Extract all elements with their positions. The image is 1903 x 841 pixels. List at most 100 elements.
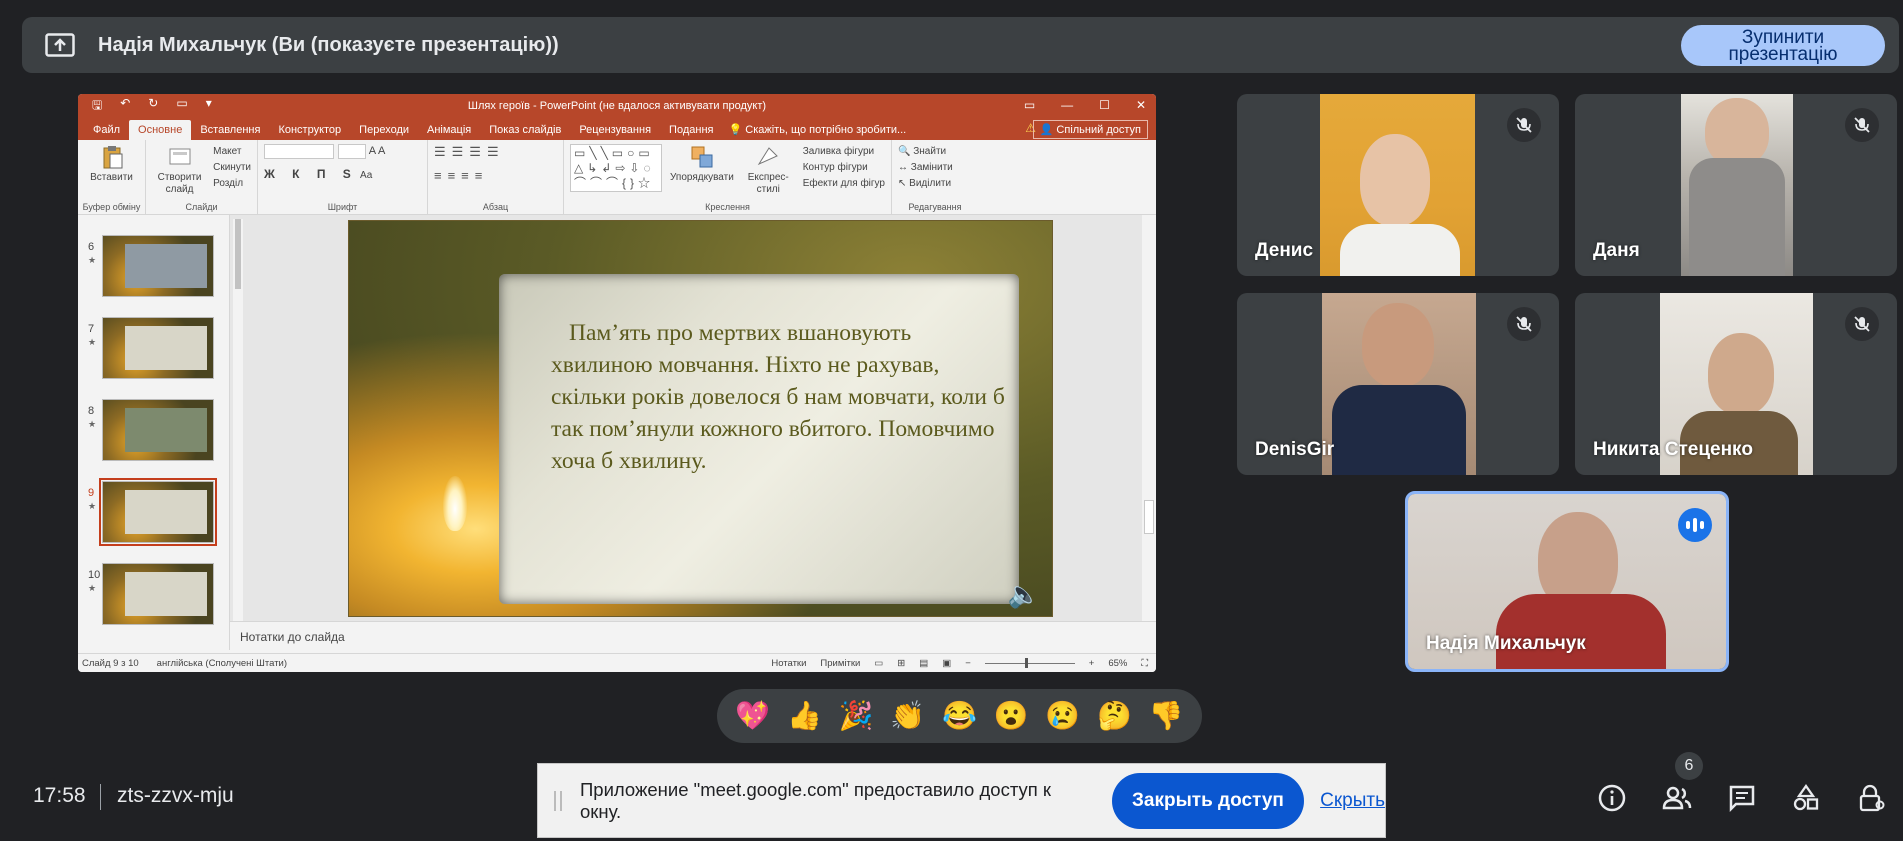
shape-outline-button[interactable]: Контур фігури (803, 160, 885, 176)
notes-toggle[interactable]: Нотатки (771, 658, 806, 669)
reaction-thinking[interactable]: 🤔 (1094, 696, 1134, 736)
align-buttons-icon[interactable]: ≡≡≡≡ (434, 168, 557, 183)
reaction-surprised[interactable]: 😮 (991, 696, 1031, 736)
slide-thumbnail-image (102, 317, 214, 379)
minimize-icon[interactable]: — (1061, 98, 1073, 112)
presenting-banner: Надія Михальчук (Ви (показуєте презентац… (22, 17, 1899, 73)
replace-button[interactable]: ↔ Замінити (898, 160, 972, 176)
participant-tile[interactable]: Денис (1237, 94, 1559, 276)
menu-file[interactable]: Файл (84, 124, 129, 140)
slide-thumbnail-selected[interactable]: 9 ★ (78, 477, 229, 547)
zoom-level[interactable]: 65% (1108, 658, 1127, 669)
slide-scroll-thumb[interactable] (1144, 500, 1154, 534)
hide-link[interactable]: Скрыть (1320, 790, 1385, 812)
host-controls-icon[interactable] (1851, 778, 1891, 818)
chat-icon[interactable] (1722, 778, 1762, 818)
stop-presenting-button[interactable]: Зупинити презентацію (1681, 25, 1885, 66)
change-case-button[interactable]: Aa (360, 170, 372, 181)
slide-counter: Слайд 9 з 10 (82, 657, 139, 669)
notes-pane[interactable]: Нотатки до слайда (230, 621, 1156, 653)
slideshow-view-icon[interactable]: ▣ (942, 658, 951, 669)
info-icon[interactable] (1592, 778, 1632, 818)
slide-thumbnail[interactable]: 7 ★ (78, 313, 229, 383)
reaction-sparkling-heart[interactable]: 💖 (733, 696, 773, 736)
font-name-box[interactable] (264, 144, 334, 159)
zoom-in-icon[interactable]: + (1089, 658, 1095, 669)
participant-name: Денис (1255, 240, 1314, 261)
participant-tile[interactable]: DenisGir (1237, 293, 1559, 475)
find-button[interactable]: 🔍 Знайти (898, 144, 972, 160)
powerpoint-window: 🖫 ↶ ↻ ▭ ▾ Шлях героїв - PowerPoint (не в… (78, 94, 1156, 672)
select-button[interactable]: ↖ Виділити (898, 176, 972, 192)
maximize-icon[interactable]: ☐ (1099, 98, 1110, 112)
menu-view[interactable]: Подання (660, 124, 722, 140)
menu-design[interactable]: Конструктор (269, 124, 350, 140)
close-icon[interactable]: ✕ (1136, 98, 1146, 112)
slide-thumbnail[interactable]: 10 ★ (78, 559, 229, 629)
comments-toggle[interactable]: Примітки (820, 658, 860, 669)
menu-slideshow[interactable]: Показ слайдів (480, 124, 570, 140)
menu-review[interactable]: Рецензування (570, 124, 660, 140)
reaction-joy[interactable]: 😂 (939, 696, 979, 736)
reaction-thumbs-down[interactable]: 👎 (1146, 696, 1186, 736)
section-button[interactable]: Розділ (213, 176, 251, 192)
reaction-party-popper[interactable]: 🎉 (836, 696, 876, 736)
speaking-indicator-icon (1678, 508, 1712, 542)
zoom-slider[interactable] (984, 657, 1075, 668)
reaction-crying[interactable]: 😢 (1043, 696, 1083, 736)
participant-name: Надія Михальчук (1426, 633, 1586, 654)
stop-sharing-button[interactable]: Закрыть доступ (1111, 772, 1305, 829)
arrange-label: Упорядкувати (670, 172, 734, 183)
ppt-titlebar: 🖫 ↶ ↻ ▭ ▾ Шлях героїв - PowerPoint (не в… (78, 94, 1156, 118)
editing-label: Редагування (908, 202, 962, 212)
format-buttons[interactable]: Ж К П S (264, 167, 358, 181)
font-size-box[interactable] (338, 144, 366, 159)
zoom-out-icon[interactable]: − (965, 658, 971, 669)
slide-sorter-icon[interactable]: ⊞ (897, 658, 905, 669)
participant-tile[interactable]: Никита Стеценко (1575, 293, 1897, 475)
activities-icon[interactable] (1786, 778, 1826, 818)
reactions-bar: 💖 👍 🎉 👏 😂 😮 😢 🤔 👎 (717, 689, 1202, 743)
ppt-window-title: Шлях героїв - PowerPoint (не вдалося акт… (467, 100, 767, 112)
shapes-gallery[interactable]: ▭╲╲▭○▭ △↳↲⇨⇩◌ ⌒⌒⌒{}☆ (570, 144, 662, 192)
font-label: Шрифт (327, 202, 358, 212)
shape-effects-button[interactable]: Ефекти для фігур (803, 176, 885, 192)
participant-tile-self[interactable]: Надія Михальчук (1405, 491, 1729, 672)
menu-home[interactable]: Основне (129, 120, 192, 140)
meeting-code: zts-zzvx-mju (117, 784, 234, 807)
fit-slide-icon[interactable]: ⛶ (1141, 658, 1148, 669)
slide-text[interactable]: Пам’ять про мертвих вшановують хвилиною … (551, 317, 1011, 477)
slide-thumbnail[interactable]: 8 ★ (78, 395, 229, 465)
shape-fill-button[interactable]: Заливка фігури (803, 144, 885, 160)
slide-canvas[interactable]: Пам’ять про мертвих вшановують хвилиною … (348, 220, 1053, 617)
menu-animations[interactable]: Анімація (418, 124, 480, 140)
people-icon[interactable] (1657, 778, 1697, 818)
thumbnail-scrollbar[interactable] (233, 219, 243, 647)
reaction-clapping[interactable]: 👏 (888, 696, 928, 736)
reading-view-icon[interactable]: ▤ (919, 658, 928, 669)
reaction-thumbs-up[interactable]: 👍 (784, 696, 824, 736)
menu-insert[interactable]: Вставлення (191, 124, 269, 140)
grow-font-icon[interactable]: A A (369, 145, 386, 157)
audio-speaker-icon[interactable]: 🔈 (1008, 579, 1040, 610)
people-count-badge: 6 (1675, 752, 1703, 780)
participant-tile[interactable]: Даня (1575, 94, 1897, 276)
list-buttons-icon[interactable]: ☰☰☰☰ (434, 144, 557, 160)
menu-transitions[interactable]: Переходи (350, 124, 418, 140)
tell-me-search[interactable]: 💡 Скажіть, що потрібно зробити... (728, 123, 906, 140)
normal-view-icon[interactable]: ▭ (874, 658, 883, 669)
ppt-menubar: Файл Основне Вставлення Конструктор Пере… (78, 118, 1156, 140)
slide-scrollbar[interactable] (1142, 215, 1156, 621)
ribbon-options-icon[interactable]: ▭ (1024, 98, 1035, 112)
paste-icon (103, 146, 122, 169)
slide-thumbnail[interactable]: 6 ★ (78, 231, 229, 301)
language-status[interactable]: англійська (Сполучені Штати) (157, 658, 287, 669)
editing-area: 6 ★ 7 ★ 8 ★ 9 ★ 10 ★ Пам’ять про мертвих… (78, 215, 1156, 650)
font-group: A A Ж К П S Aa Шрифт (258, 140, 428, 214)
thumbnail-scroll-thumb[interactable] (235, 219, 241, 289)
drag-handle[interactable] (554, 790, 562, 811)
paste-button[interactable]: Вставити (84, 144, 139, 184)
share-button[interactable]: 👤 Спільний доступ (1032, 120, 1148, 139)
layout-button[interactable]: Макет (213, 144, 251, 160)
reset-button[interactable]: Скинути (213, 160, 251, 176)
